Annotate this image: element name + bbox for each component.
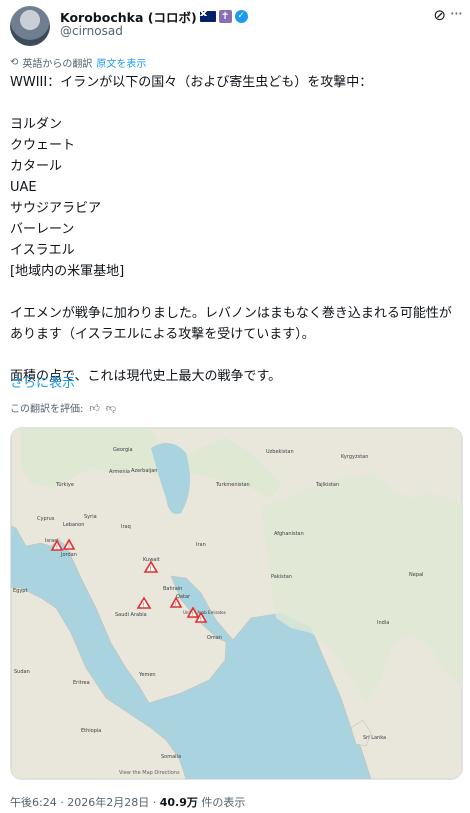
show-more-link[interactable]: さらに表示 bbox=[10, 372, 75, 391]
post-meta: 午後6:24 · 2026年2月28日 · 40.9万 件の表示 bbox=[10, 796, 246, 809]
map-label: Jordan bbox=[60, 552, 77, 558]
map-label: Sri Lanka bbox=[363, 735, 386, 741]
map-label: Bahrain bbox=[163, 586, 182, 592]
svg-text:!: ! bbox=[143, 602, 145, 609]
map-label: Kyrgyzstan bbox=[341, 454, 368, 460]
country-item: カタール bbox=[10, 159, 63, 174]
translation-label: 英語からの翻訳 bbox=[22, 59, 93, 70]
post-time[interactable]: 午後6:24 bbox=[10, 796, 57, 809]
map-label: Sudan bbox=[14, 669, 30, 675]
map-attribution: View the Map Directions bbox=[119, 770, 180, 776]
rate-translation-label: この翻訳を評価: bbox=[10, 404, 84, 415]
svg-text:!: ! bbox=[68, 543, 70, 550]
grok-icon[interactable]: ⊘ bbox=[433, 6, 446, 24]
map-label: Somalia bbox=[161, 754, 181, 760]
map-label: Qatar bbox=[176, 594, 191, 600]
map-label: Azerbaijan bbox=[131, 468, 157, 474]
map-label: Armenia bbox=[109, 469, 130, 475]
post-paragraph-2: イエメンが戦争に加わりました。レバノンはまもなく巻き込まれる可能性があります（イ… bbox=[10, 306, 452, 342]
show-original-link[interactable]: 原文を表示 bbox=[96, 55, 146, 70]
country-item: クウェート bbox=[10, 138, 76, 153]
map-label: Pakistan bbox=[271, 574, 292, 580]
post-body: WWIII：イランが以下の国々（および寄生虫ども）を攻撃中： ヨルダン クウェー… bbox=[10, 72, 462, 387]
view-count-suffix: 件の表示 bbox=[201, 796, 246, 809]
translation-notice: ⟲ 英語からの翻訳 原文を表示 bbox=[10, 55, 146, 70]
thumbs-down-icon[interactable]: 👎︎ bbox=[106, 402, 116, 414]
svg-text:!: ! bbox=[175, 601, 177, 608]
more-options-icon[interactable]: ··· bbox=[450, 4, 463, 23]
cross-icon: ✝ bbox=[218, 10, 232, 23]
svg-text:!: ! bbox=[200, 616, 202, 623]
map-label: Nepal bbox=[409, 572, 423, 578]
verified-badge-icon: ✓ bbox=[234, 10, 248, 23]
map-label: Eritrea bbox=[73, 680, 90, 686]
map-label: Syria bbox=[84, 514, 97, 520]
svg-text:!: ! bbox=[150, 566, 152, 573]
post-line-1: WWIII：イランが以下の国々（および寄生虫ども）を攻撃中： bbox=[10, 75, 373, 90]
country-item: バーレーン bbox=[10, 222, 75, 237]
map-label: Uzbekistan bbox=[266, 449, 294, 455]
map-label: Afghanistan bbox=[274, 531, 304, 537]
post-date[interactable]: 2026年2月28日 bbox=[67, 796, 149, 809]
country-item: [地域内の米軍基地] bbox=[10, 264, 125, 279]
map-label: Georgia bbox=[113, 447, 133, 453]
country-item: ヨルダン bbox=[10, 117, 63, 132]
map-label: Cyprus bbox=[37, 516, 55, 522]
thumbs-up-icon[interactable]: 👍︎ bbox=[89, 402, 99, 414]
rate-translation: この翻訳を評価: 👍︎ 👎︎ bbox=[10, 400, 116, 416]
map-label: Turkmenistan bbox=[215, 482, 250, 488]
map-label: Egypt bbox=[13, 588, 27, 594]
svg-text:!: ! bbox=[192, 611, 194, 618]
country-item: UAE bbox=[10, 180, 37, 195]
map-label: Iran bbox=[196, 542, 206, 548]
map-label: Tajikistan bbox=[315, 482, 339, 488]
map-label: Ethiopia bbox=[81, 728, 101, 734]
post-paragraph-3: 面積の点で、これは現代史上最大の戦争です。 bbox=[10, 369, 282, 384]
avatar[interactable] bbox=[10, 6, 50, 46]
author-handle[interactable]: @cirnosad bbox=[60, 24, 123, 38]
country-item: サウジアラビア bbox=[10, 201, 102, 216]
map-label: India bbox=[377, 620, 389, 626]
map-label: Lebanon bbox=[63, 522, 84, 528]
view-count: 40.9万 bbox=[159, 796, 198, 809]
map-svg: Georgia Uzbekistan Kyrgyzstan Armenia Az… bbox=[11, 428, 462, 779]
svg-text:!: ! bbox=[56, 544, 58, 551]
map-label: Saudi Arabia bbox=[115, 612, 147, 618]
map-label: Oman bbox=[207, 635, 222, 641]
map-label: Iraq bbox=[121, 524, 131, 530]
map-label: Türkiye bbox=[55, 482, 74, 488]
australia-flag-icon bbox=[199, 11, 216, 22]
map-label: Yemen bbox=[138, 672, 156, 678]
map-image[interactable]: Georgia Uzbekistan Kyrgyzstan Armenia Az… bbox=[10, 427, 463, 780]
country-item: イスラエル bbox=[10, 243, 75, 258]
translate-icon: ⟲ bbox=[10, 57, 19, 68]
